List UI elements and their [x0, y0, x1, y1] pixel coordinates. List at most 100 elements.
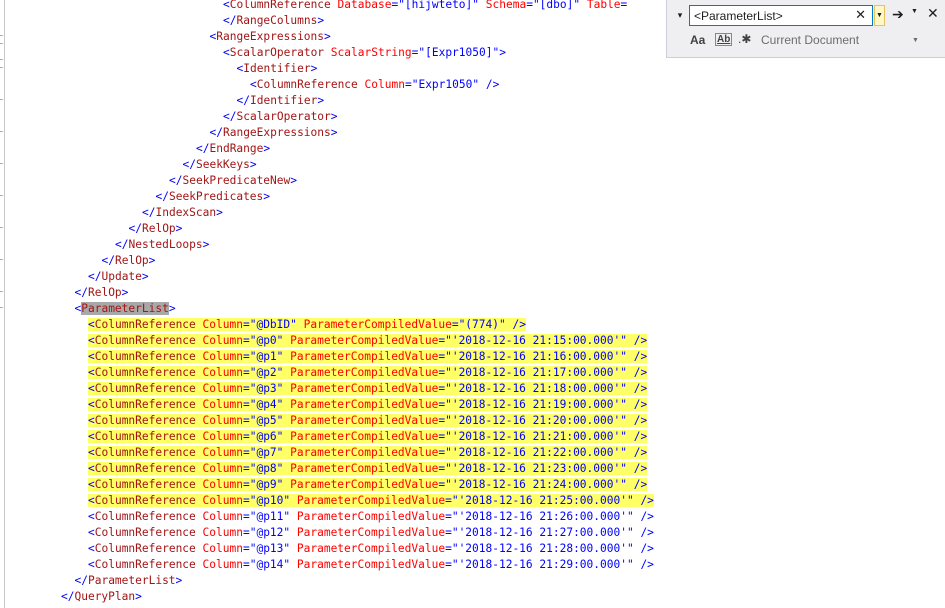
search-history-dropdown[interactable]: ▼	[874, 5, 885, 26]
code-token: />	[633, 398, 648, 411]
code-line[interactable]: </IndexScan>	[142, 205, 223, 221]
code-token: "@p6"	[249, 430, 284, 443]
code-token: </	[236, 94, 250, 107]
search-input[interactable]	[694, 7, 844, 24]
code-line[interactable]: <RangeExpressions>	[210, 29, 331, 45]
xml-editor[interactable]: <ColumnReference Database="[hijwteto]" S…	[0, 0, 945, 608]
outline-marker[interactable]	[0, 227, 3, 228]
code-line-content: </RelOp>	[75, 286, 129, 299]
code-line[interactable]: <ColumnReference Column="@p1" ParameterC…	[88, 349, 648, 365]
code-token: =	[242, 382, 250, 395]
code-token: <	[88, 510, 95, 523]
code-line[interactable]: <ParameterList>	[75, 301, 176, 317]
outline-marker[interactable]	[0, 131, 3, 132]
code-line[interactable]: <ColumnReference Column="@DbID" Paramete…	[88, 317, 526, 333]
code-token: Identifier	[249, 94, 318, 107]
code-line[interactable]: <ColumnReference Column="@p9" ParameterC…	[88, 477, 648, 493]
code-line[interactable]: <ColumnReference Column="@p12" Parameter…	[88, 525, 654, 541]
arrow-right-icon[interactable]: ➔	[892, 6, 904, 23]
code-line[interactable]: </ParameterList>	[75, 573, 183, 589]
code-line[interactable]: </SeekPredicateNew>	[169, 173, 297, 189]
code-line[interactable]: </QueryPlan>	[61, 589, 142, 605]
outline-marker[interactable]	[0, 67, 3, 68]
outline-marker[interactable]	[0, 195, 3, 196]
outline-marker[interactable]	[0, 307, 3, 308]
find-box[interactable]: ✕	[689, 5, 873, 26]
code-line[interactable]: <ColumnReference Database = "[hijwteto]" S…	[223, 0, 627, 13]
code-line[interactable]: </SeekKeys>	[183, 157, 257, 173]
code-token: ColumnReference	[94, 494, 196, 507]
code-line[interactable]: </NestedLoops>	[115, 237, 209, 253]
match-case-toggle[interactable]: Aa	[690, 33, 705, 47]
code-token: "'2018-12-16 21:17:00.000'"	[445, 366, 627, 379]
code-token: >	[263, 190, 271, 203]
code-line[interactable]: <ColumnReference Column="@p6" ParameterC…	[88, 429, 648, 445]
chevron-down-icon[interactable]: ▼	[912, 37, 919, 44]
code-token: "'2018-12-16 21:24:00.000'"	[445, 478, 627, 491]
code-line[interactable]: </ScalarOperator>	[223, 109, 338, 125]
code-line[interactable]: <ScalarOperator ScalarString="[Expr1050]…	[223, 45, 506, 61]
code-line[interactable]: <ColumnReference Column="@p2" ParameterC…	[88, 365, 648, 381]
code-token: ColumnReference	[94, 478, 196, 491]
code-line[interactable]: </RelOp>	[129, 221, 183, 237]
code-token: >	[175, 574, 183, 587]
code-line-content: </SeekPredicateNew>	[169, 174, 297, 187]
code-line[interactable]: </RangeColumns>	[223, 13, 324, 29]
code-line[interactable]: <ColumnReference Column="@p3" ParameterC…	[88, 381, 648, 397]
code-line[interactable]: <ColumnReference Column="@p11" Parameter…	[88, 509, 654, 525]
code-line[interactable]: <ColumnReference Column="@p7" ParameterC…	[88, 445, 648, 461]
outline-marker[interactable]	[0, 59, 3, 60]
outline-marker[interactable]	[0, 163, 3, 164]
code-line[interactable]: <ColumnReference Column="@p13" Parameter…	[88, 541, 654, 557]
outline-marker[interactable]	[0, 99, 3, 100]
code-line[interactable]: <ColumnReference Column="Expr1050" />	[250, 77, 499, 93]
code-line[interactable]: <ColumnReference Column="@p5" ParameterC…	[88, 413, 648, 429]
code-token: <	[88, 382, 95, 395]
match-whole-word-toggle[interactable]: Ab	[715, 33, 733, 46]
code-token: SeekPredicateNew	[182, 174, 291, 187]
code-line[interactable]: <ColumnReference Column="@p0" ParameterC…	[88, 333, 648, 349]
code-line[interactable]: </EndRange>	[196, 141, 270, 157]
code-token: <	[88, 494, 95, 507]
code-token: />	[633, 414, 648, 427]
code-token: ColumnReference	[94, 510, 196, 523]
code-line[interactable]: <ColumnReference Column="@p8" ParameterC…	[88, 461, 648, 477]
code-token: Column	[202, 318, 243, 331]
close-icon[interactable]: ✕	[855, 7, 866, 23]
outline-marker[interactable]	[0, 259, 3, 260]
outline-marker[interactable]	[0, 291, 3, 292]
outline-marker[interactable]	[0, 43, 3, 44]
outlining-gutter[interactable]	[0, 0, 5, 608]
code-token: ColumnReference	[94, 382, 196, 395]
code-token: ColumnReference	[94, 414, 196, 427]
code-token: />	[633, 382, 648, 395]
code-line[interactable]: </RelOp>	[102, 253, 156, 269]
code-line[interactable]: </RelOp>	[75, 285, 129, 301]
code-token: "'2018-12-16 21:16:00.000'"	[445, 350, 627, 363]
expand-replace-toggle[interactable]: ▾	[675, 9, 685, 21]
code-line[interactable]: <Identifier>	[237, 61, 318, 77]
code-line[interactable]: <ColumnReference Column="@p14" Parameter…	[88, 557, 654, 573]
code-line[interactable]: <ColumnReference Column="@p10" Parameter…	[88, 493, 654, 509]
code-line[interactable]: </Update>	[88, 269, 149, 285]
regex-icon[interactable]: .✱	[738, 32, 751, 46]
code-line[interactable]: </RangeExpressions>	[210, 125, 338, 141]
code-line[interactable]: </SeekPredicates>	[156, 189, 271, 205]
code-line-content: <ColumnReference Column="@p4" ParameterC…	[88, 398, 648, 411]
code-line[interactable]: </Identifier>	[237, 93, 325, 109]
outline-marker[interactable]	[0, 35, 3, 36]
code-token: Column	[202, 430, 243, 443]
code-line[interactable]: <ColumnReference Column="@p4" ParameterC…	[88, 397, 648, 413]
close-icon[interactable]: ✕	[927, 5, 939, 22]
code-token: "'2018-12-16 21:21:00.000'"	[445, 430, 627, 443]
code-token: <	[88, 446, 95, 459]
code-token: Column	[202, 398, 243, 411]
chevron-down-icon[interactable]: ▼	[911, 8, 918, 15]
code-token: "@p14"	[249, 558, 291, 571]
search-scope-select[interactable]: Current Document	[761, 33, 859, 47]
